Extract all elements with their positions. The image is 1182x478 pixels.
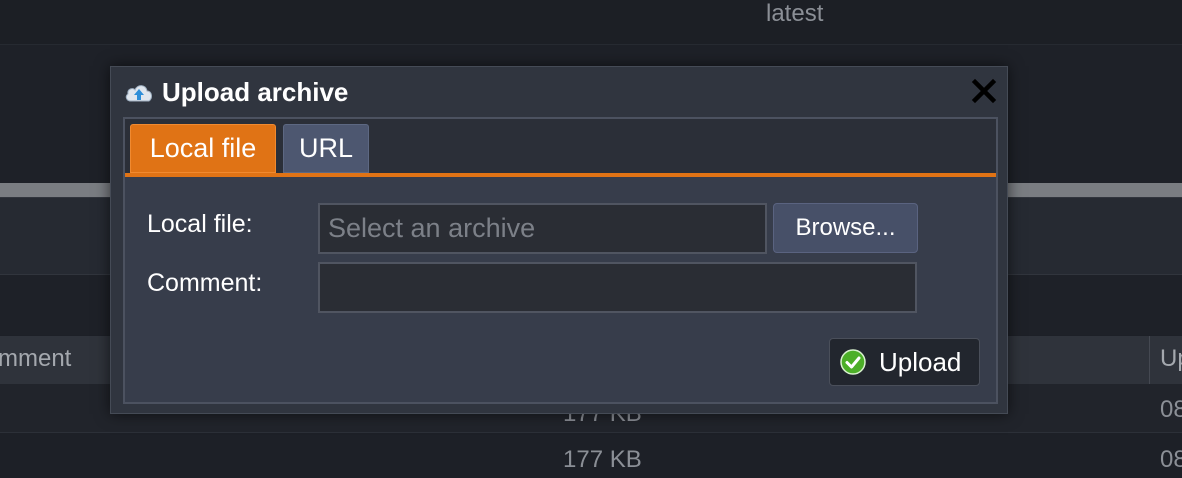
close-icon[interactable] bbox=[971, 78, 997, 104]
cloud-upload-icon bbox=[125, 85, 152, 102]
column-divider bbox=[1149, 336, 1150, 384]
date-cell: 08 bbox=[1160, 396, 1182, 423]
tab-local-file[interactable]: Local file bbox=[130, 124, 276, 173]
latest-label: latest bbox=[766, 0, 824, 27]
tab-url[interactable]: URL bbox=[283, 124, 369, 173]
background-row bbox=[0, 0, 1182, 45]
uploaded-column-header[interactable]: Up bbox=[1160, 345, 1182, 373]
upload-button[interactable]: Upload bbox=[829, 338, 980, 386]
local-file-input[interactable] bbox=[318, 203, 767, 254]
tab-bar: Local file URL bbox=[125, 119, 996, 177]
local-file-label: Local file: bbox=[147, 210, 253, 238]
comment-column-header[interactable]: mment bbox=[0, 345, 71, 373]
dialog-body: Local file URL Local file: Browse... Com… bbox=[123, 117, 998, 404]
dialog-title: Upload archive bbox=[162, 77, 349, 107]
size-cell: 177 KB bbox=[563, 446, 642, 473]
comment-label: Comment: bbox=[147, 269, 263, 297]
dialog-header[interactable]: Upload archive bbox=[111, 67, 1007, 117]
upload-archive-dialog: Upload archive Local file URL Local file… bbox=[110, 66, 1008, 414]
check-circle-icon bbox=[840, 349, 866, 375]
comment-input[interactable] bbox=[318, 262, 917, 313]
upload-button-label: Upload bbox=[879, 347, 962, 377]
browse-button[interactable]: Browse... bbox=[773, 203, 918, 253]
date-cell: 08 bbox=[1160, 446, 1182, 473]
